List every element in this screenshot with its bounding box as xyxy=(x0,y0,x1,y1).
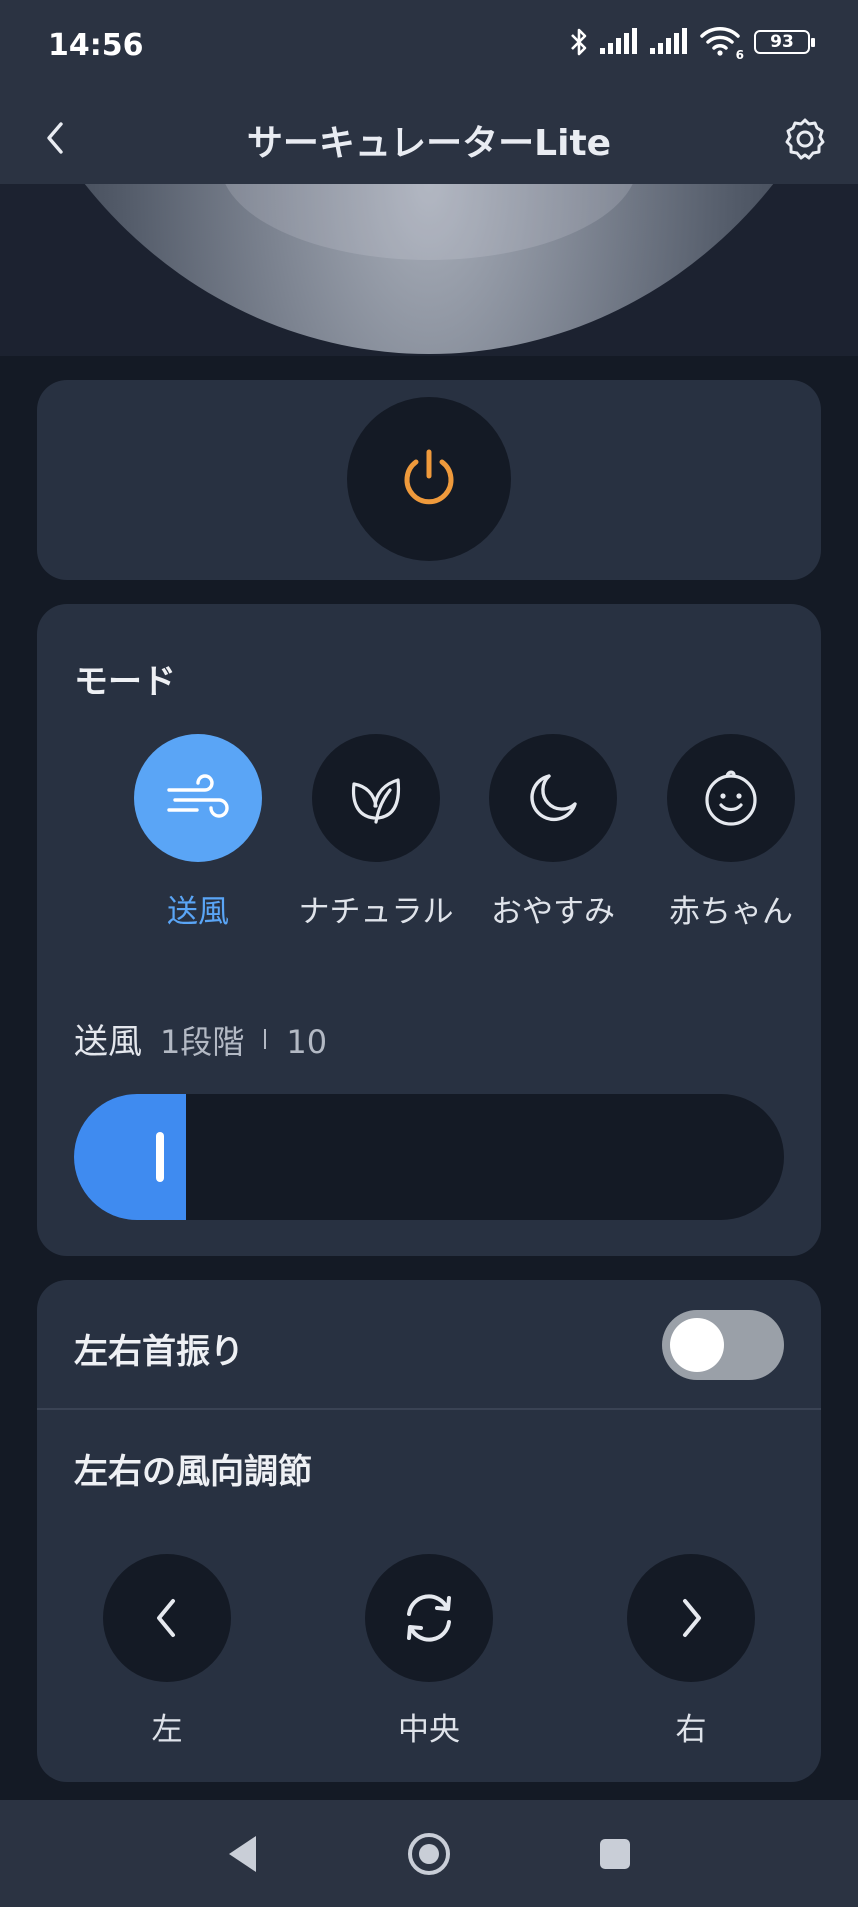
recents-square-icon xyxy=(600,1839,630,1869)
mode-title: モード xyxy=(74,662,176,702)
mode-natural-button[interactable] xyxy=(312,734,440,862)
gear-icon xyxy=(785,118,825,160)
direction-right[interactable]: 右 xyxy=(601,1554,781,1749)
chevron-right-icon xyxy=(683,1599,701,1637)
battery-level: 93 xyxy=(770,32,794,52)
speed-row: 送風 1段階 10 xyxy=(74,1014,327,1063)
swing-card: 左右首振り 左右の風向調節 左 中央 右 xyxy=(37,1280,821,1782)
mode-sleep-button[interactable] xyxy=(489,734,617,862)
app-bar: サーキュレーターLite xyxy=(0,96,858,184)
mode-item-baby[interactable]: 赤ちゃん xyxy=(641,734,821,931)
direction-left[interactable]: 左 xyxy=(77,1554,257,1749)
mode-baby-button[interactable] xyxy=(667,734,795,862)
settings-button[interactable] xyxy=(776,110,834,168)
status-time: 14:56 xyxy=(48,28,144,63)
device-image xyxy=(0,184,858,356)
power-button[interactable] xyxy=(347,397,511,561)
mode-label: ナチュラル xyxy=(298,894,454,930)
leaf-icon xyxy=(351,778,401,824)
cell-signal-icon xyxy=(600,28,637,54)
swing-toggle-knob xyxy=(670,1318,724,1372)
direction-right-button[interactable] xyxy=(627,1554,755,1682)
direction-center[interactable]: 中央 xyxy=(339,1554,519,1749)
speed-slider-fill xyxy=(74,1094,186,1220)
moon-icon xyxy=(530,774,577,822)
swing-toggle[interactable] xyxy=(662,1310,784,1380)
direction-label: 中央 xyxy=(398,1712,460,1748)
chevron-left-icon xyxy=(157,1599,175,1637)
direction-label: 右 xyxy=(675,1712,707,1748)
system-nav-bar xyxy=(0,1800,858,1907)
refresh-icon xyxy=(407,1594,451,1642)
battery-icon: 93 xyxy=(754,30,815,54)
speed-slider-thumb[interactable] xyxy=(156,1132,164,1182)
speed-mode-name: 送風 xyxy=(74,1022,142,1062)
mode-item-natural[interactable]: ナチュラル xyxy=(286,734,466,931)
power-icon xyxy=(404,449,454,505)
nav-recents-button[interactable] xyxy=(585,1824,645,1884)
baby-icon xyxy=(705,770,757,826)
page-title: サーキュレーターLite xyxy=(246,123,612,164)
wind-icon xyxy=(167,774,229,818)
mode-label: おやすみ xyxy=(491,894,615,930)
swing-label: 左右首振り xyxy=(74,1332,244,1372)
status-icons: 6 93 xyxy=(568,26,815,62)
direction-left-button[interactable] xyxy=(103,1554,231,1682)
wifi-icon: 6 xyxy=(700,26,744,62)
direction-title: 左右の風向調節 xyxy=(74,1452,312,1492)
mode-item-sleep[interactable]: おやすみ xyxy=(463,734,643,931)
mode-label: 赤ちゃん xyxy=(669,894,793,930)
mode-label: 送風 xyxy=(167,894,229,930)
status-bar: 14:56 6 93 xyxy=(0,0,858,96)
nav-home-button[interactable] xyxy=(399,1824,459,1884)
divider xyxy=(37,1408,821,1410)
back-triangle-icon xyxy=(229,1836,256,1872)
mode-wind-button[interactable] xyxy=(134,734,262,862)
speed-max: 10 xyxy=(286,1023,328,1061)
home-circle-icon xyxy=(408,1833,450,1875)
nav-back-button[interactable] xyxy=(214,1824,274,1884)
bluetooth-icon xyxy=(571,28,587,56)
speed-slider[interactable] xyxy=(74,1094,784,1220)
direction-label: 左 xyxy=(151,1712,183,1748)
cell-signal-icon xyxy=(650,28,687,54)
speed-level: 1段階 xyxy=(160,1023,245,1061)
speed-divider xyxy=(264,1028,267,1049)
power-card xyxy=(37,380,821,580)
direction-center-button[interactable] xyxy=(365,1554,493,1682)
mode-card: モード 送風 ナチュラル おやすみ 赤ちゃん 送風 1段階 10 xyxy=(37,604,821,1256)
mode-item-wind[interactable]: 送風 xyxy=(108,734,288,931)
wifi-badge: 6 xyxy=(735,48,744,62)
